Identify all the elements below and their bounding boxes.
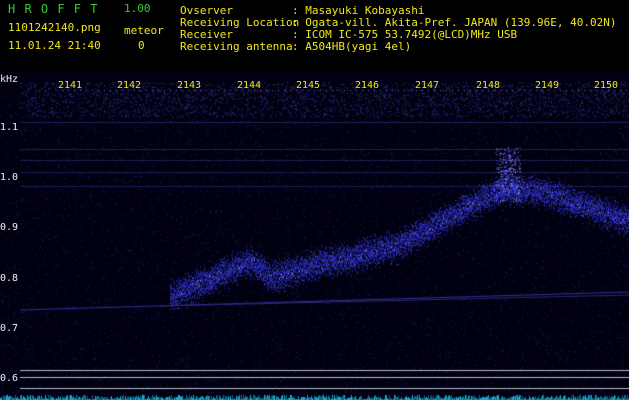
x-tick-label: 2142 — [117, 80, 142, 91]
antenna-value: : A504HB(yagi 4el) — [292, 40, 412, 53]
y-tick-label: 0.6 — [0, 373, 19, 384]
y-tick-label: 0.8 — [0, 273, 19, 284]
y-tick-label: 0.7 — [0, 323, 19, 334]
x-tick-label: 2150 — [594, 80, 619, 91]
x-tick-label: 2146 — [355, 80, 380, 91]
app-version: 1.00 — [124, 2, 151, 15]
antenna-key: Receiving antenna — [180, 40, 293, 53]
file-name: 1101242140.png — [8, 21, 101, 34]
meteor-label: meteor — [124, 24, 164, 37]
y-tick-label: 1.0 — [0, 172, 19, 183]
header-panel: H R O F F T 1.00 1101242140.png 11.01.24… — [0, 0, 629, 72]
x-tick-label: 2145 — [296, 80, 321, 91]
x-tick-label: 2149 — [535, 80, 560, 91]
y-axis-unit: kHz — [0, 74, 19, 85]
x-tick-label: 2144 — [237, 80, 262, 91]
x-tick-label: 2143 — [177, 80, 202, 91]
x-tick-label: 2148 — [476, 80, 501, 91]
meteor-count: 0 — [138, 39, 145, 52]
app-title: H R O F F T — [8, 2, 99, 16]
file-datetime: 11.01.24 21:40 — [8, 39, 101, 52]
spectrogram-canvas[interactable] — [0, 72, 629, 400]
x-tick-label: 2141 — [58, 80, 83, 91]
x-tick-label: 2147 — [415, 80, 440, 91]
y-tick-label: 0.9 — [0, 222, 19, 233]
y-tick-label: 1.1 — [0, 122, 19, 133]
